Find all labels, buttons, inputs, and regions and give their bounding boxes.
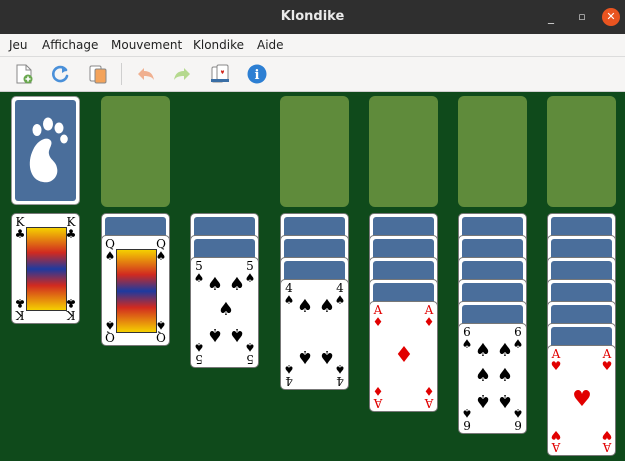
card-rank: Q xyxy=(105,330,115,344)
card-pip: ♠ xyxy=(496,365,514,386)
card-rank: 6 xyxy=(514,418,522,432)
card-pip: ♠ xyxy=(206,324,224,345)
card-6-face-up[interactable]: 6 ♠ 6 ♠ 6 ♠ 6 ♠ ♠ ♠ ♠ ♠ ♠ ♠ xyxy=(458,323,527,434)
card-suit-small: ♥ xyxy=(601,428,613,442)
card-suit-small: ♠ xyxy=(461,406,473,420)
menu-klondike[interactable]: Klondike xyxy=(193,38,244,52)
foundation-slot-2[interactable] xyxy=(369,96,438,207)
card-suit-small: ♠ xyxy=(283,293,295,307)
info-icon[interactable]: i xyxy=(246,63,268,85)
card-suit-small: ♥ xyxy=(550,428,562,442)
info-glyph: i xyxy=(255,68,260,83)
close-button[interactable]: ✕ xyxy=(602,8,620,26)
hint-icon[interactable] xyxy=(209,63,231,85)
card-suit-small: ♦ xyxy=(372,315,384,329)
card-suit-small: ♦ xyxy=(423,315,435,329)
card-rank: K xyxy=(15,308,25,322)
court-card-art xyxy=(116,249,157,333)
stock-pile[interactable] xyxy=(11,96,80,205)
waste-slot[interactable] xyxy=(101,96,170,207)
card-5-face-up[interactable]: 5 ♠ 5 ♠ 5 ♠ 5 ♠ ♠ ♠ ♠ ♠ ♠ xyxy=(190,257,259,368)
select-game-icon[interactable] xyxy=(87,63,109,85)
card-suit-small: ♠ xyxy=(193,340,205,354)
card-pip: ♠ xyxy=(318,296,336,317)
card-suit-small: ♣ xyxy=(14,227,26,241)
card-pip: ♠ xyxy=(474,390,492,411)
card-rank: 6 xyxy=(463,418,471,432)
foundation-slot-3[interactable] xyxy=(458,96,527,207)
card-pip: ♠ xyxy=(496,390,514,411)
undo-icon[interactable] xyxy=(135,63,157,85)
card-pip: ♠ xyxy=(228,274,246,295)
card-pip: ♠ xyxy=(296,296,314,317)
redo-icon[interactable] xyxy=(171,63,193,85)
menu-aide[interactable]: Aide xyxy=(257,38,284,52)
card-rank: 5 xyxy=(195,352,203,366)
card-suit-small: ♠ xyxy=(104,249,116,263)
card-pip: ♠ xyxy=(474,365,492,386)
card-rank: A xyxy=(373,396,383,410)
card-rank: 5 xyxy=(246,352,254,366)
card-k-face-up[interactable]: K ♣ K ♣ K ♣ K ♣ xyxy=(11,213,80,324)
card-a-face-up[interactable]: A ♦ A ♦ A ♦ A ♦ ♦ xyxy=(369,301,438,412)
card-pip: ♠ xyxy=(228,324,246,345)
card-suit-small: ♠ xyxy=(283,362,295,376)
card-suit-small: ♦ xyxy=(372,384,384,398)
card-rank: A xyxy=(424,396,434,410)
foundation-slot-1[interactable] xyxy=(280,96,349,207)
card-suit-small: ♥ xyxy=(601,359,613,373)
card-rank: 4 xyxy=(336,374,344,388)
restart-icon[interactable] xyxy=(49,63,71,85)
card-rank: A xyxy=(551,440,561,454)
card-pip: ♥ xyxy=(572,387,592,412)
menu-jeu[interactable]: Jeu xyxy=(9,38,28,52)
card-rank: 4 xyxy=(285,374,293,388)
card-pip: ♠ xyxy=(206,274,224,295)
menu-affichage[interactable]: Affichage xyxy=(42,38,98,52)
card-pip: ♠ xyxy=(474,340,492,361)
card-suit-small: ♥ xyxy=(550,359,562,373)
toolbar: i xyxy=(0,57,625,92)
card-pip: ♠ xyxy=(296,346,314,367)
card-4-face-up[interactable]: 4 ♠ 4 ♠ 4 ♠ 4 ♠ ♠ ♠ ♠ ♠ xyxy=(280,279,349,390)
title-bar: Klondike _ ▫ ✕ xyxy=(0,0,625,34)
card-pip: ♠ xyxy=(496,340,514,361)
card-a-face-up[interactable]: A ♥ A ♥ A ♥ A ♥ ♥ xyxy=(547,345,616,456)
card-suit-small: ♠ xyxy=(104,318,116,332)
toolbar-separator xyxy=(121,63,122,85)
card-pip: ♠ xyxy=(217,299,235,320)
card-rank: A xyxy=(602,440,612,454)
minimize-button[interactable]: _ xyxy=(542,8,560,26)
gnome-foot-icon xyxy=(29,117,68,183)
card-suit-small: ♠ xyxy=(193,271,205,285)
window-title: Klondike xyxy=(280,9,345,24)
court-card-art xyxy=(26,227,67,311)
card-suit-small: ♠ xyxy=(461,337,473,351)
card-q-face-up[interactable]: Q ♠ Q ♠ Q ♠ Q ♠ xyxy=(101,235,170,346)
stock-card-back xyxy=(15,100,76,201)
menu-bar: Jeu Affichage Mouvement Klondike Aide xyxy=(0,34,625,57)
maximize-button[interactable]: ▫ xyxy=(573,8,591,26)
menu-mouvement[interactable]: Mouvement xyxy=(111,38,182,52)
foundation-slot-4[interactable] xyxy=(547,96,616,207)
new-game-icon[interactable] xyxy=(13,63,35,85)
card-suit-small: ♦ xyxy=(423,384,435,398)
card-pip: ♦ xyxy=(394,343,414,368)
card-suit-small: ♣ xyxy=(14,296,26,310)
card-pip: ♠ xyxy=(318,346,336,367)
